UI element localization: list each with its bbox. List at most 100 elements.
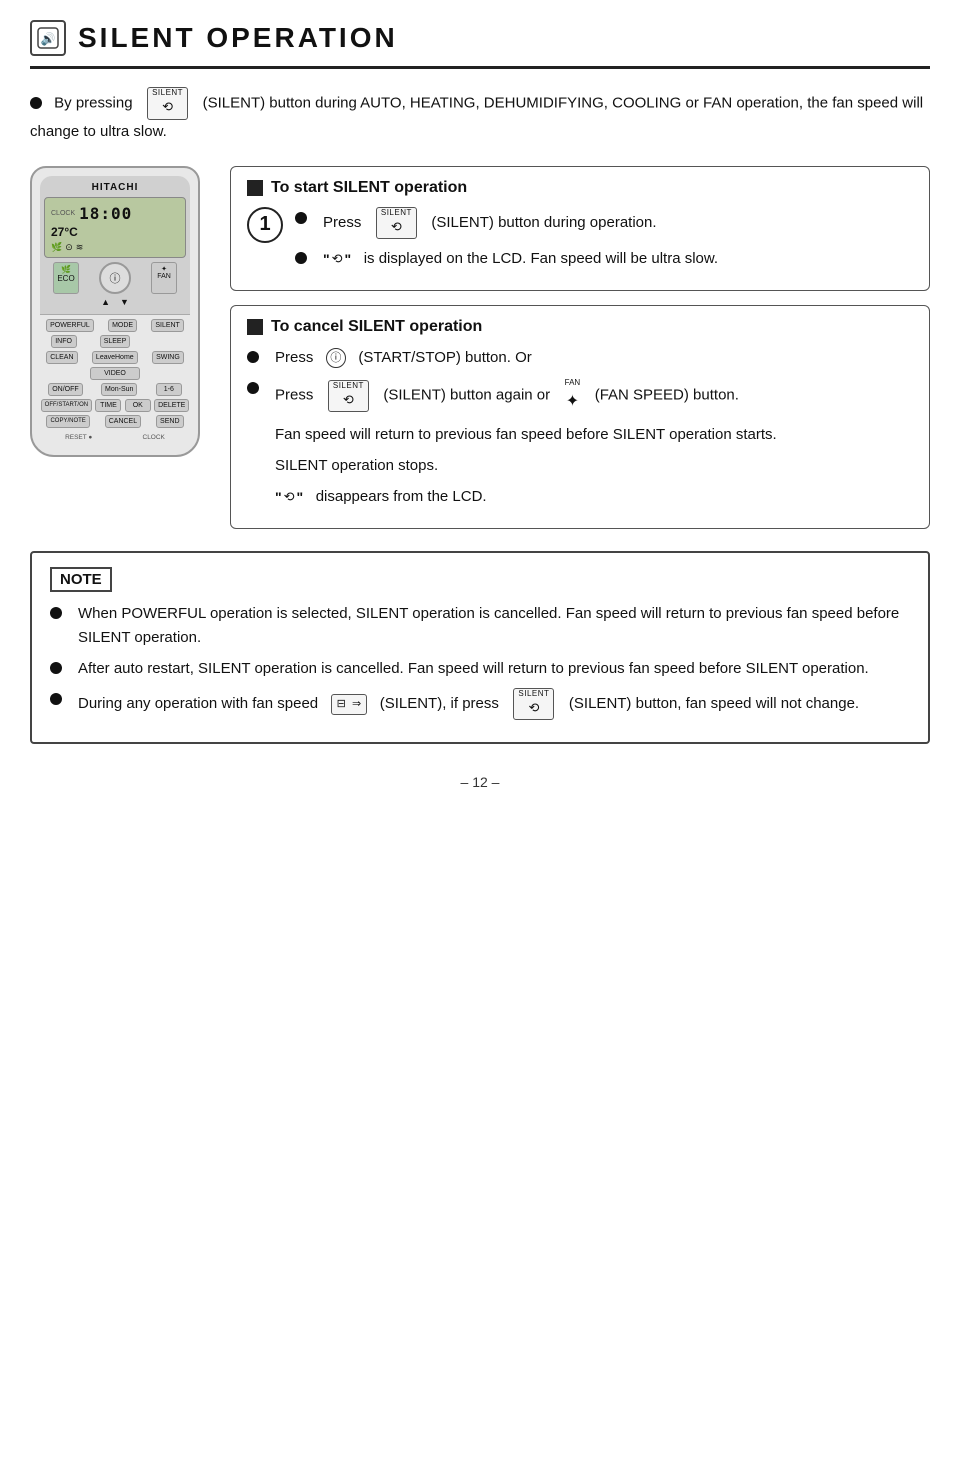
delete-button[interactable]: DELETE	[154, 399, 189, 412]
clock-label-bottom: CLOCK	[143, 434, 165, 441]
step-1-row: 1 Press SILENT ⟲ (SIL	[247, 207, 913, 278]
note-item-2: After auto restart, SILENT operation is …	[50, 657, 910, 680]
clean-button[interactable]: CLEAN	[46, 351, 77, 364]
remote-row-7: COPY/NOTE CANCEL SEND	[40, 415, 190, 428]
powerful-button[interactable]: POWERFUL	[46, 319, 94, 332]
cancel-item-4: SILENT operation stops.	[247, 454, 913, 477]
start-item-1-text: Press SILENT ⟲ (SILENT) button during op…	[323, 207, 657, 239]
onoff-button[interactable]: ON/OFF	[48, 383, 82, 396]
start-stop-button[interactable]: ⓘ	[99, 262, 131, 294]
note-bullet-3	[50, 693, 62, 705]
cancel-item-3: Fan speed will return to previous fan sp…	[247, 423, 913, 446]
start-item-1-after: (SILENT) button during operation.	[431, 214, 656, 231]
start-item-2: " ⟲ " is displayed on the LCD. Fan speed…	[295, 247, 913, 270]
lcd-clock-row: CLOCK 18:00	[51, 204, 179, 223]
info-button[interactable]: INFO	[51, 335, 77, 348]
remote-row-2: INFO SLEEP	[40, 335, 190, 348]
quoted-icon-cancel: " ⟲ "	[275, 487, 303, 507]
cancel-item-2: Press SILENT ⟲ (SILENT) button again or …	[247, 377, 913, 414]
start-section-title: To start SILENT operation	[271, 179, 467, 197]
intro-bullet	[30, 97, 42, 109]
page-header: 🔊 SILENT OPERATION	[30, 20, 930, 69]
step-1-content: Press SILENT ⟲ (SILENT) button during op…	[295, 207, 913, 278]
step-number-1: 1	[247, 207, 283, 243]
quoted-icon-start: " ⟲ "	[323, 249, 351, 269]
note-item-1-text: When POWERFUL operation is selected, SIL…	[78, 602, 910, 649]
lcd-display: CLOCK 18:00 27°C 🌿 ⊙ ≋	[44, 197, 186, 258]
remote-brand: HITACHI	[44, 182, 186, 193]
header-icon: 🔊	[30, 20, 66, 56]
silent-btn-cancel: SILENT ⟲	[328, 380, 369, 412]
note-title: NOTE	[50, 567, 112, 592]
cancel-section-title: To cancel SILENT operation	[271, 318, 482, 336]
silent-icon-cancel: ⟲	[343, 390, 354, 410]
zone-button[interactable]: 1-6	[156, 383, 182, 396]
lcd-temp: 27°C	[51, 225, 78, 239]
note-item-2-text: After auto restart, SILENT operation is …	[78, 657, 869, 680]
start-item-2-text: " ⟲ " is displayed on the LCD. Fan speed…	[323, 247, 718, 270]
fan-silent-icon-note: ⊟ ⇒	[331, 694, 368, 715]
fan-speed-btn: FAN ✦	[565, 377, 581, 414]
monsun-button[interactable]: Mon-Sun	[101, 383, 137, 396]
intro-text-before: By pressing	[54, 94, 132, 111]
note-item-3-text: During any operation with fan speed ⊟ ⇒ …	[78, 688, 859, 720]
page-title: SILENT OPERATION	[78, 22, 398, 54]
lcd-icon-circle: ⊙	[65, 242, 73, 253]
temp-arrows: ▲ ▼	[44, 297, 186, 307]
sleep-button[interactable]: SLEEP	[100, 335, 131, 348]
instructions-panel: To start SILENT operation 1 Press SILENT…	[230, 166, 930, 530]
page-number: – 12 –	[30, 774, 930, 790]
remote-bottom-labels: RESET ● CLOCK	[40, 434, 190, 441]
mode-button[interactable]: MODE	[108, 319, 137, 332]
lcd-icon-leaf: 🌿	[51, 242, 62, 253]
start-section-square	[247, 180, 263, 196]
cancel-item-1-text: Press ⓘ (START/STOP) button. Or	[275, 346, 532, 369]
lcd-icons-row: 🌿 ⊙ ≋	[51, 242, 179, 253]
remote-button-grid: POWERFUL MODE SILENT INFO SLEEP CLEAN Le…	[40, 319, 190, 441]
cancel-item-1: Press ⓘ (START/STOP) button. Or	[247, 346, 913, 369]
start-bullet-1	[295, 212, 307, 224]
silent-btn-1: SILENT ⟲	[376, 207, 417, 239]
silent-icon-cancel-2: ⟲	[284, 487, 295, 507]
press-label-1: Press	[323, 214, 361, 231]
start-item-1: Press SILENT ⟲ (SILENT) button during op…	[295, 207, 913, 239]
cancel-item-5: " ⟲ " disappears from the LCD.	[247, 485, 913, 508]
cancel-button[interactable]: CANCEL	[105, 415, 141, 428]
remote-control: HITACHI CLOCK 18:00 27°C 🌿 ⊙ ≋	[30, 166, 200, 457]
lcd-icon-wave: ≋	[76, 242, 84, 253]
copynote-button[interactable]: COPY/NOTE	[46, 415, 89, 428]
fan-button[interactable]: ✦FAN	[151, 262, 177, 294]
video-button[interactable]: VIDEO	[90, 367, 140, 380]
swing-button[interactable]: SWING	[152, 351, 184, 364]
silent-btn-note: SILENT ⟲	[513, 688, 554, 720]
remote-row-5: ON/OFF Mon-Sun 1-6	[40, 383, 190, 396]
ok-button[interactable]: OK	[125, 399, 151, 412]
cancel-bullet-1	[247, 351, 259, 363]
time-button[interactable]: TIME	[95, 399, 121, 412]
remote-row-3: CLEAN LeaveHome SWING	[40, 351, 190, 364]
note-bullet-2	[50, 662, 62, 674]
cancel-bullet-2	[247, 382, 259, 394]
fan-icon: ✦	[566, 390, 579, 415]
intro-paragraph: By pressing SILENT ⟲ (SILENT) button dur…	[30, 87, 930, 144]
note-item-3: During any operation with fan speed ⊟ ⇒ …	[50, 688, 910, 720]
temp-up-arrow[interactable]: ▲	[101, 297, 110, 307]
lcd-temp-row: 27°C	[51, 225, 179, 239]
remote-row-1: POWERFUL MODE SILENT	[40, 319, 190, 332]
main-content-area: HITACHI CLOCK 18:00 27°C 🌿 ⊙ ≋	[30, 166, 930, 530]
start-on-button[interactable]: OFF/START/ON	[41, 399, 92, 412]
temp-down-arrow[interactable]: ▼	[120, 297, 129, 307]
empty-btn-1	[153, 335, 179, 348]
start-item-2-after: is displayed on the LCD. Fan speed will …	[364, 250, 718, 267]
start-stop-icon: ⓘ	[326, 348, 346, 368]
remote-row-4: VIDEO	[40, 367, 190, 380]
remote-eco-row: 🌿ECO ⓘ ✦FAN	[44, 262, 186, 294]
silent-button[interactable]: SILENT	[151, 319, 184, 332]
leavehome-button[interactable]: LeaveHome	[92, 351, 138, 364]
lcd-time: 18:00	[79, 204, 132, 223]
remote-control-container: HITACHI CLOCK 18:00 27°C 🌿 ⊙ ≋	[30, 166, 210, 530]
cancel-item-3-text: Fan speed will return to previous fan sp…	[275, 423, 777, 446]
cancel-section-header: To cancel SILENT operation	[247, 318, 913, 336]
eco-button[interactable]: 🌿ECO	[53, 262, 79, 294]
send-button[interactable]: SEND	[156, 415, 183, 428]
